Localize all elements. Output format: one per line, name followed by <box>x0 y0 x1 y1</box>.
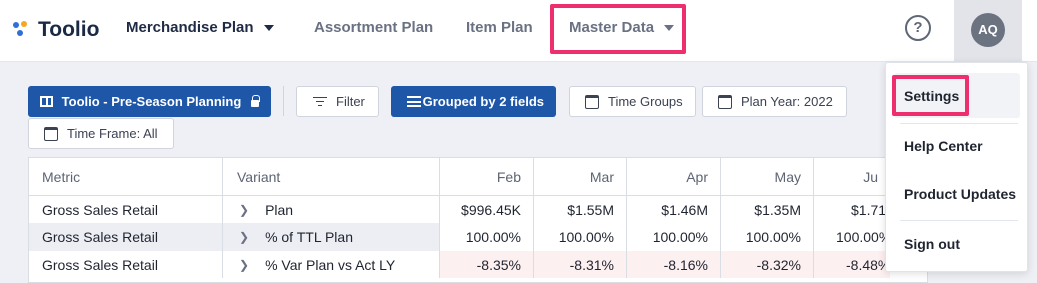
toolbar-divider <box>283 86 284 116</box>
chevron-down-icon <box>263 24 274 31</box>
toolio-logo-icon <box>12 20 32 40</box>
time-frame-button[interactable]: Time Frame: All <box>28 118 174 149</box>
chevron-right-icon[interactable]: ❯ <box>239 203 249 217</box>
value-cell[interactable]: $1.35M <box>721 196 814 223</box>
chevron-right-icon[interactable]: ❯ <box>239 230 249 244</box>
value-cell[interactable]: -8.32% <box>721 251 814 278</box>
nav-item-plan[interactable]: Item Plan <box>466 19 533 36</box>
metric-cell: Gross Sales Retail <box>29 251 223 278</box>
grouped-by-button[interactable]: Grouped by 2 fields <box>391 86 556 117</box>
filter-icon <box>313 96 327 107</box>
nav-merchandise-plan[interactable]: Merchandise Plan <box>126 19 274 36</box>
calendar-icon <box>585 94 599 109</box>
variant-cell: ❯ Plan <box>223 196 440 223</box>
filter-button[interactable]: Filter <box>296 86 379 117</box>
value-cell[interactable]: $1.46M <box>627 196 721 223</box>
value-cell[interactable]: 100.00% <box>534 223 627 251</box>
value-cell[interactable]: -8.31% <box>534 251 627 278</box>
value-cell[interactable]: $1.71M <box>814 196 898 223</box>
variant-label: % of TTL Plan <box>265 229 353 245</box>
filter-label: Filter <box>336 94 365 109</box>
time-groups-button[interactable]: Time Groups <box>569 86 696 117</box>
variant-cell: ❯ % of TTL Plan <box>223 223 440 251</box>
value-cell[interactable]: -8.48% <box>814 251 890 278</box>
brand-name: Toolio <box>38 18 100 41</box>
value-cell[interactable]: $1.55M <box>534 196 627 223</box>
toolio-logo[interactable]: Toolio <box>12 18 99 42</box>
table-header-row: Metric Variant Feb Mar Apr May Ju <box>29 158 927 196</box>
lock-icon <box>251 95 260 107</box>
calendar-icon <box>718 94 732 109</box>
table-row[interactable]: Gross Sales Retail ❯ % of TTL Plan 100.0… <box>29 223 927 251</box>
variant-cell: ❯ % Var Plan vs Act LY <box>223 251 440 278</box>
value-cell[interactable]: -8.35% <box>440 251 534 278</box>
plan-year-label: Plan Year: 2022 <box>741 94 833 109</box>
nav-assortment-plan-label: Assortment Plan <box>314 19 434 36</box>
metric-cell: Gross Sales Retail <box>29 196 223 223</box>
plan-year-button[interactable]: Plan Year: 2022 <box>702 86 847 117</box>
value-cell[interactable]: 100.00% <box>627 223 721 251</box>
column-header-jun[interactable]: Ju <box>814 158 890 195</box>
menu-divider <box>900 220 1018 221</box>
avatar: AQ <box>971 13 1005 47</box>
column-header-metric[interactable]: Metric <box>29 158 223 195</box>
column-header-variant[interactable]: Variant <box>223 158 440 195</box>
master-data-highlight-box <box>550 4 686 54</box>
column-header-apr[interactable]: Apr <box>627 158 721 195</box>
value-cell[interactable]: 100.00% <box>814 223 891 251</box>
nav-assortment-plan[interactable]: Assortment Plan <box>314 19 433 36</box>
time-frame-label: Time Frame: All <box>67 126 158 141</box>
value-cell[interactable]: -8.16% <box>627 251 721 278</box>
variant-label: Plan <box>265 201 294 218</box>
nav-merchandise-plan-label: Merchandise Plan <box>126 19 254 36</box>
time-groups-label: Time Groups <box>608 94 683 109</box>
column-header-mar[interactable]: Mar <box>534 158 627 195</box>
value-cell[interactable]: 100.00% <box>440 223 534 251</box>
nav-item-plan-label: Item Plan <box>466 19 533 36</box>
value-cell[interactable]: 100.00% <box>721 223 814 251</box>
chevron-right-icon[interactable]: ❯ <box>239 258 249 272</box>
column-header-feb[interactable]: Feb <box>440 158 534 195</box>
calendar-icon <box>44 126 58 141</box>
list-icon <box>407 96 421 107</box>
menu-item-help-center[interactable]: Help Center <box>904 138 983 154</box>
metric-cell: Gross Sales Retail <box>29 223 223 251</box>
variant-label: % Var Plan vs Act LY <box>265 256 396 273</box>
settings-highlight-box <box>892 75 969 116</box>
menu-divider <box>900 123 1018 124</box>
top-navigation-bar: Toolio Merchandise Plan Assortment Plan … <box>0 0 1037 62</box>
column-header-may[interactable]: May <box>721 158 814 195</box>
plan-table: Metric Variant Feb Mar Apr May Ju Gross … <box>28 157 928 283</box>
view-selector-label: Toolio - Pre-Season Planning <box>61 94 242 109</box>
menu-item-sign-out[interactable]: Sign out <box>904 236 960 252</box>
grouped-by-label: Grouped by 2 fields <box>422 94 544 109</box>
user-menu-trigger[interactable]: AQ <box>954 0 1022 62</box>
help-icon[interactable]: ? <box>905 15 931 41</box>
view-selector-button[interactable]: Toolio - Pre-Season Planning <box>28 86 271 117</box>
value-cell[interactable]: $996.45K <box>440 196 534 223</box>
grid-view-icon <box>40 96 53 107</box>
table-row[interactable]: Gross Sales Retail ❯ % Var Plan vs Act L… <box>29 251 927 278</box>
menu-item-product-updates[interactable]: Product Updates <box>904 186 1016 202</box>
table-row[interactable]: Gross Sales Retail ❯ Plan $996.45K $1.55… <box>29 196 927 223</box>
